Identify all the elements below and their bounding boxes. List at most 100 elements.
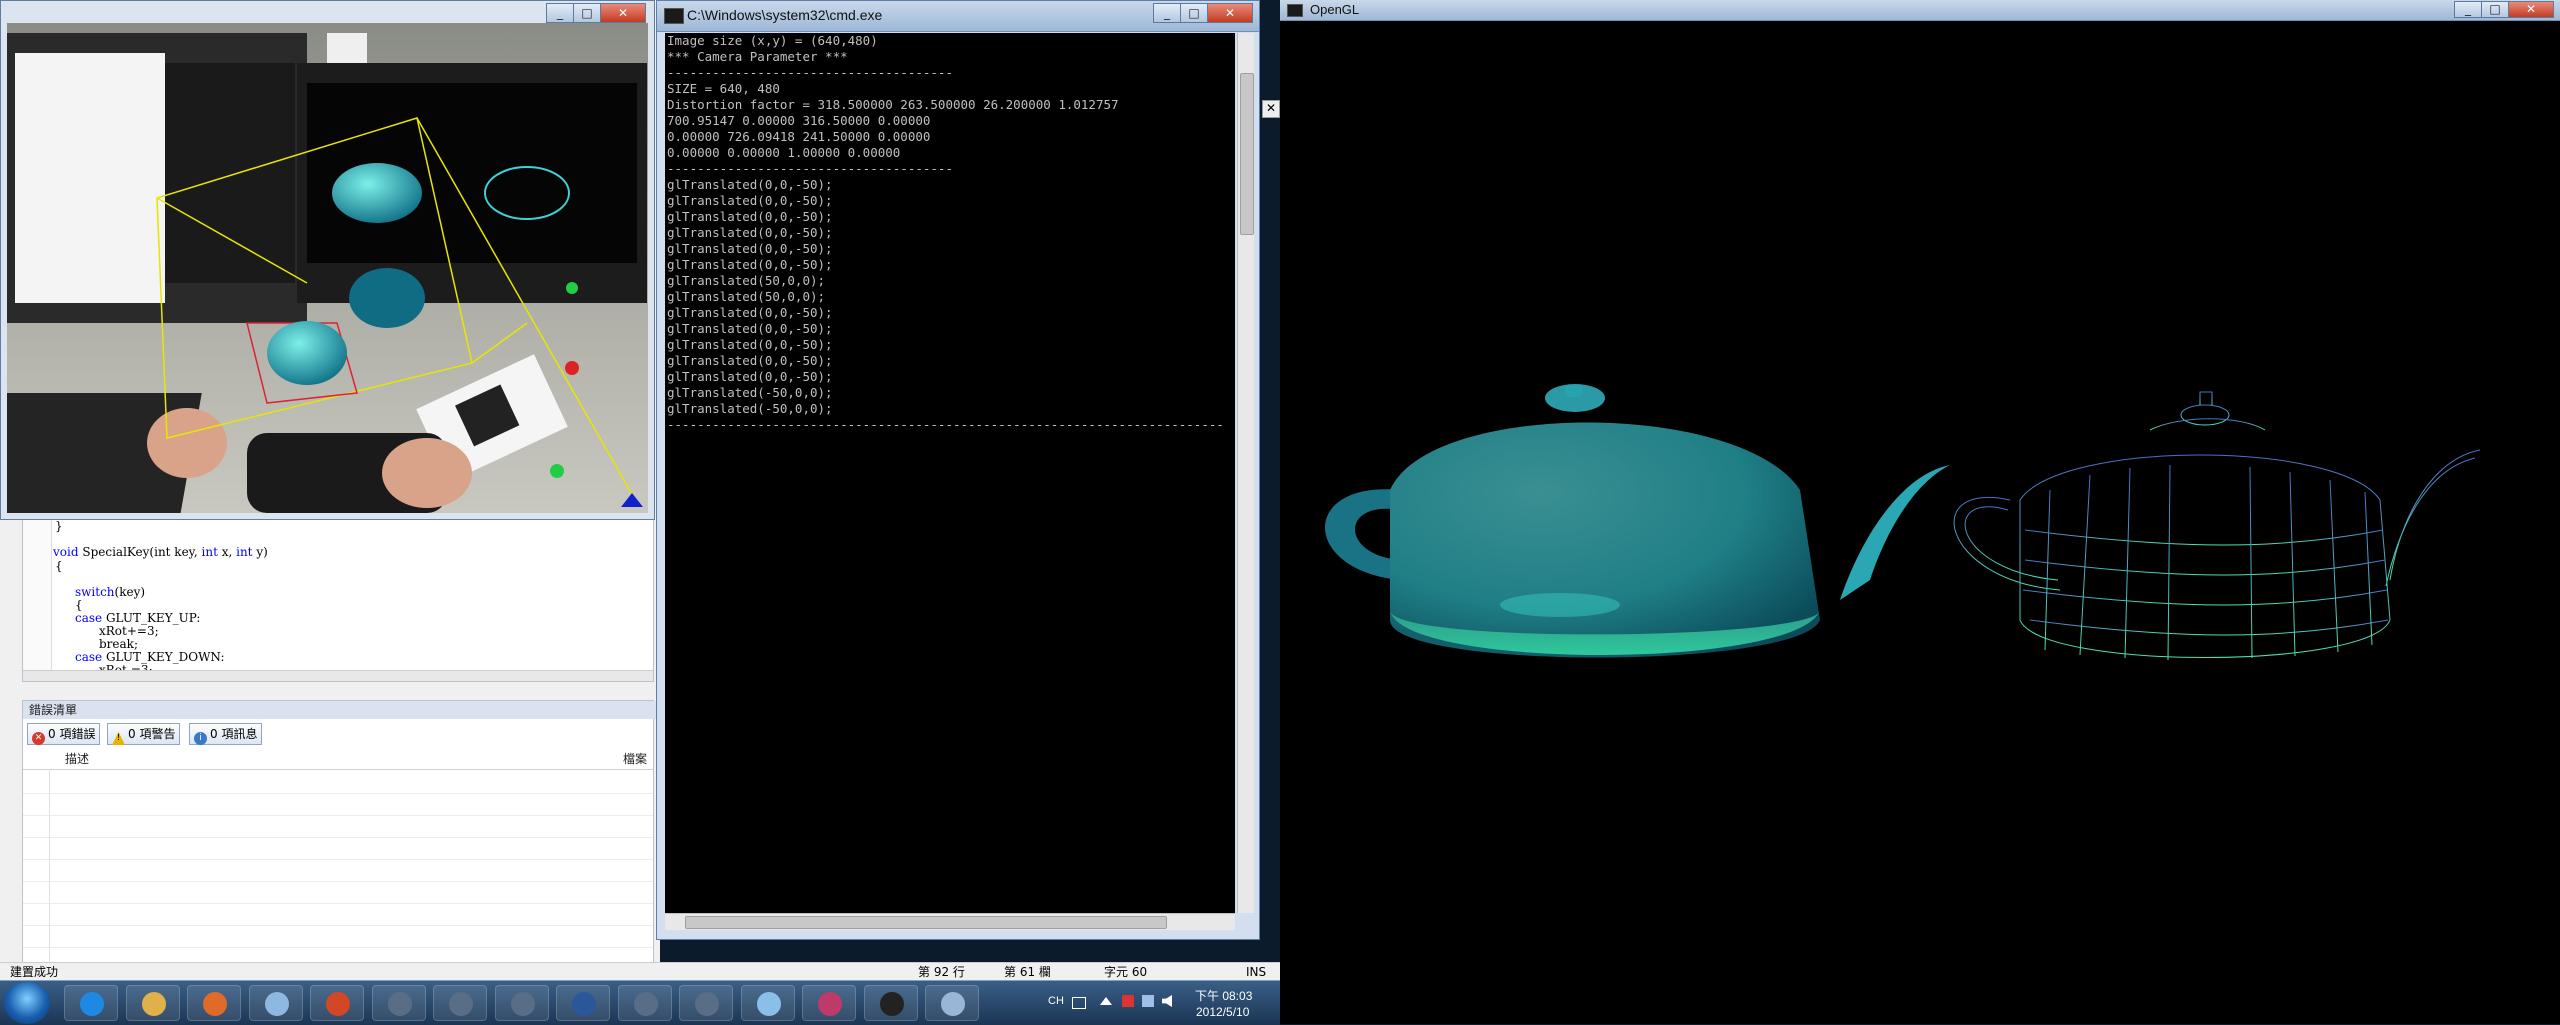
opengl-title: OpenGL	[1310, 2, 1360, 17]
taskbar-button-media-player[interactable]	[187, 985, 241, 1021]
error-icon: ✕	[32, 732, 45, 745]
console-line: glTranslated(-50,0,0);	[667, 401, 833, 416]
console-line: Image size (x,y) = (640,480)	[667, 33, 878, 48]
keyboard-icon[interactable]	[1072, 997, 1086, 1009]
console-line: ----------------------------------------…	[667, 417, 1224, 432]
cmd-titlebar[interactable]: C:\Windows\system32\cmd.exe _ □ ✕	[657, 1, 1259, 32]
taskbar-button-opengl[interactable]	[925, 985, 979, 1021]
taskbar: CH 下午 08:03 2012/5/10	[0, 980, 1280, 1025]
console-vscrollbar[interactable]	[1237, 33, 1254, 913]
taskbar-button-explorer[interactable]	[125, 985, 180, 1021]
notepad-icon	[264, 992, 289, 1016]
taskbar-button-artoolkit-4[interactable]	[617, 985, 672, 1021]
taskbar-button-visual-studio[interactable]	[802, 985, 856, 1021]
cmd-icon	[664, 8, 684, 24]
console-line: --------------------------------------	[667, 161, 953, 176]
taskbar-button-word[interactable]	[556, 985, 610, 1021]
cmd-window[interactable]: C:\Windows\system32\cmd.exe _ □ ✕ Image …	[656, 0, 1260, 940]
maximize-button[interactable]: □	[573, 3, 601, 23]
warnings-filter-button[interactable]: ! 0 項警告	[107, 723, 181, 745]
scroll-thumb[interactable]	[1240, 73, 1254, 235]
status-column: 第 61 欄	[1004, 965, 1051, 979]
console-line: glTranslated(0,0,-50);	[667, 305, 833, 320]
panel-close-button[interactable]: ✕	[1262, 100, 1280, 118]
ar-scene	[7, 23, 648, 513]
taskbar-button-artoolkit-2[interactable]	[433, 985, 487, 1021]
minimize-button[interactable]: _	[1153, 3, 1181, 23]
language-indicator[interactable]: CH	[1048, 995, 1064, 1007]
console-line: SIZE = 640, 480	[667, 81, 780, 96]
code-line: void SpecialKey(int key, int x, int y)	[53, 545, 268, 559]
messages-filter-button[interactable]: i0 項訊息	[189, 723, 263, 745]
flag-icon[interactable]	[1122, 995, 1134, 1007]
console-line: 700.95147 0.00000 316.50000 0.00000	[667, 113, 931, 128]
taskbar-button-notepad[interactable]	[248, 985, 303, 1021]
column-file[interactable]: 檔案	[623, 749, 647, 769]
errors-filter-button[interactable]: ✕ 0 項錯誤	[27, 723, 101, 745]
status-line: 第 92 行	[918, 965, 965, 979]
cmd-title: C:\Windows\system32\cmd.exe	[687, 7, 883, 23]
close-button[interactable]: ✕	[1207, 3, 1253, 23]
console-hscrollbar[interactable]	[665, 913, 1235, 930]
console-line: glTranslated(0,0,-50);	[667, 353, 833, 368]
console-line: glTranslated(0,0,-50);	[667, 369, 833, 384]
clock-date[interactable]: 2012/5/10	[1196, 1005, 1249, 1019]
taskbar-button-ie[interactable]	[64, 985, 118, 1021]
ide-status-bar: 建置成功 第 92 行 第 61 欄 字元 60 INS	[0, 962, 1280, 981]
console-output[interactable]: Image size (x,y) = (640,480) *** Camera P…	[665, 33, 1235, 913]
console-line: glTranslated(0,0,-50);	[667, 225, 833, 240]
artoolkit-icon-4	[633, 992, 658, 1016]
volume-icon[interactable]	[1162, 995, 1172, 1007]
code-editor[interactable]: } void SpecialKey(int key, int x, int y)…	[22, 510, 654, 682]
error-list-header: 描述 檔案	[23, 749, 653, 770]
minimize-button[interactable]: _	[2454, 1, 2482, 18]
cmd-icon	[879, 992, 904, 1016]
code-line: {	[75, 598, 83, 612]
taskbar-button-paint[interactable]	[740, 985, 795, 1021]
wireframe-teapot	[1953, 391, 2481, 661]
network-icon[interactable]	[1142, 995, 1154, 1007]
ie-icon	[80, 992, 104, 1016]
camera-feed	[7, 23, 648, 513]
start-button[interactable]	[4, 982, 50, 1024]
taskbar-button-cmd[interactable]	[863, 985, 918, 1021]
code-line: {	[55, 559, 63, 573]
console-line: glTranslated(0,0,-50);	[667, 209, 833, 224]
visual-studio-icon	[818, 992, 842, 1016]
taskbar-button-powerpoint[interactable]	[310, 985, 364, 1021]
explorer-icon	[141, 992, 166, 1016]
maximize-button[interactable]: □	[2481, 1, 2509, 18]
column-description[interactable]: 描述	[65, 749, 89, 769]
console-line: glTranslated(0,0,-50);	[667, 241, 833, 256]
solid-teapot	[1325, 384, 1950, 658]
console-line: *** Camera Parameter ***	[667, 49, 848, 64]
scroll-thumb[interactable]	[685, 916, 1167, 929]
taskbar-button-artoolkit-1[interactable]	[371, 985, 426, 1021]
close-button[interactable]: ✕	[600, 3, 646, 23]
opengl-window[interactable]: OpenGL _ □ ✕	[1280, 0, 2560, 1024]
camera-window[interactable]: _ □ ✕	[0, 0, 655, 520]
cmd-window-buttons: _ □ ✕	[1153, 3, 1253, 23]
camera-window-buttons: _ □ ✕	[546, 3, 646, 23]
error-list-panel: 錯誤清單 ✕ 0 項錯誤 ! 0 項警告 i0 項訊息 描述 檔案	[22, 700, 659, 964]
console-line: glTranslated(0,0,-50);	[667, 177, 833, 192]
opengl-window-buttons: _ □ ✕	[2454, 1, 2554, 18]
code-line: }	[55, 519, 63, 533]
code-line: case GLUT_KEY_DOWN:	[75, 650, 225, 664]
console-line: glTranslated(0,0,-50);	[667, 337, 833, 352]
clock-time[interactable]: 下午 08:03	[1195, 987, 1252, 1004]
taskbar-button-artoolkit-3[interactable]	[494, 985, 549, 1021]
system-tray: CH 下午 08:03 2012/5/10	[1030, 981, 1280, 1025]
editor-hscrollbar[interactable]	[23, 670, 653, 681]
opengl-titlebar[interactable]: OpenGL _ □ ✕	[1280, 0, 2560, 21]
minimize-button[interactable]: _	[546, 3, 574, 23]
artoolkit-icon-1	[387, 992, 412, 1016]
console-line: glTranslated(0,0,-50);	[667, 321, 833, 336]
code-line: switch(key)	[75, 585, 146, 599]
taskbar-button-artoolkit-5[interactable]	[679, 985, 733, 1021]
opengl-render	[1325, 384, 2481, 661]
maximize-button[interactable]: □	[1180, 3, 1208, 23]
word-icon	[572, 992, 596, 1016]
tray-expand-icon[interactable]	[1100, 997, 1112, 1005]
close-button[interactable]: ✕	[2508, 1, 2554, 18]
